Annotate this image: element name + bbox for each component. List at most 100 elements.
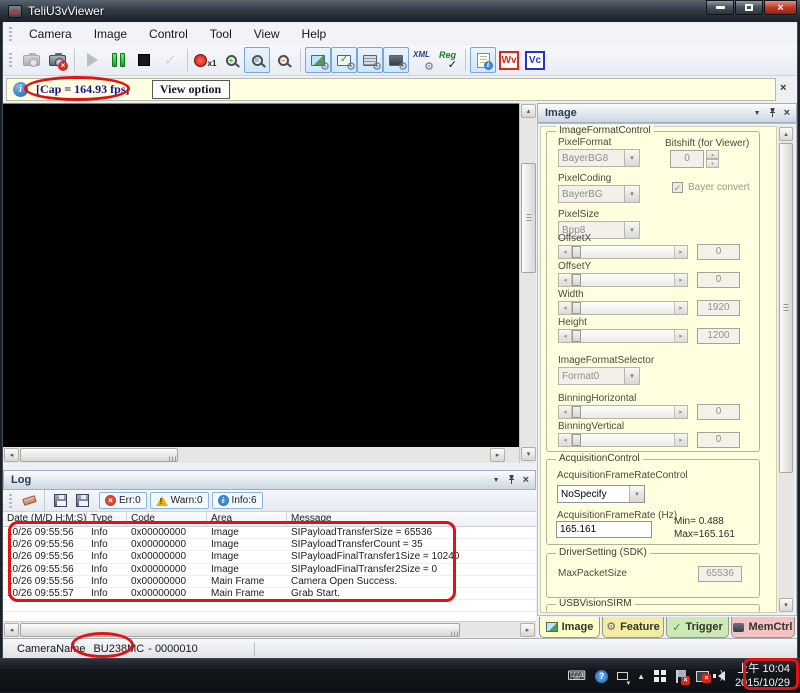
column-message[interactable]: Message <box>287 512 536 526</box>
tab-feature[interactable]: ⚙ Feature <box>602 617 664 638</box>
image-panel-header[interactable]: Image ▼ × <box>537 103 797 123</box>
close-button[interactable]: × <box>764 0 797 15</box>
menu-view[interactable]: View <box>243 25 291 43</box>
chevron-down-icon[interactable]: ▼ <box>754 110 761 117</box>
offset-x-slider[interactable]: ◂ ▸ <box>558 245 688 259</box>
viewport-vertical-scrollbar[interactable]: ▴ ▾ <box>519 103 536 463</box>
network-status-icon[interactable]: × <box>696 670 711 683</box>
scroll-left-button[interactable]: ◂ <box>4 623 19 637</box>
log-panel-header[interactable]: Log ▼ × <box>3 470 536 490</box>
volume-icon[interactable] <box>713 669 725 681</box>
log-toolbar-grip[interactable] <box>9 493 12 508</box>
save-log-as-button[interactable] <box>71 491 93 511</box>
image-settings-button[interactable]: ⚙ <box>305 47 331 73</box>
scroll-down-button[interactable]: ▾ <box>521 447 536 461</box>
viewport-horizontal-scrollbar[interactable]: ◂ ▸ <box>3 447 506 463</box>
scroll-up-button[interactable]: ▴ <box>779 127 793 141</box>
close-camera-button[interactable]: × <box>44 47 70 73</box>
acquisition-framerate-control-select[interactable]: NoSpecify ▾ <box>557 485 645 503</box>
width-slider[interactable]: ◂ ▸ <box>558 301 688 315</box>
zoom-fit-button[interactable]: = <box>244 47 270 73</box>
toolbar-grip[interactable] <box>9 53 12 67</box>
slider-left-arrow[interactable]: ◂ <box>559 274 572 286</box>
slider-right-arrow[interactable]: ▸ <box>674 274 687 286</box>
log-row[interactable]: 10/26 09:55:56 Info 0x00000000 Main Fram… <box>3 576 536 588</box>
pause-button[interactable] <box>105 47 131 73</box>
slider-thumb[interactable] <box>572 302 581 314</box>
menu-camera[interactable]: Camera <box>18 25 83 43</box>
slider-thumb[interactable] <box>572 274 581 286</box>
minimize-button[interactable] <box>706 0 734 15</box>
menu-tool[interactable]: Tool <box>199 25 243 43</box>
log-window-button[interactable] <box>470 47 496 73</box>
menu-control[interactable]: Control <box>138 25 199 43</box>
trigger-grab-button[interactable]: ✓ <box>157 47 183 73</box>
log-horizontal-scrollbar[interactable]: ◂ ▸ <box>3 621 536 637</box>
column-area[interactable]: Area <box>207 512 287 526</box>
vertical-scroll-thumb[interactable] <box>779 143 793 473</box>
video-control-button[interactable]: Vc <box>522 47 548 73</box>
slider-left-arrow[interactable]: ◂ <box>559 302 572 314</box>
horizontal-scroll-thumb[interactable] <box>20 623 460 637</box>
slider-right-arrow[interactable]: ▸ <box>674 246 687 258</box>
pin-icon[interactable] <box>768 108 777 118</box>
device-settings-button[interactable]: ⚙ <box>383 47 409 73</box>
scroll-down-button[interactable]: ▾ <box>779 598 793 612</box>
image-view-canvas[interactable] <box>3 103 519 447</box>
slider-right-arrow[interactable]: ▸ <box>674 434 687 446</box>
zoom-in-button[interactable]: + <box>218 47 244 73</box>
action-center-icon[interactable]: × <box>675 669 690 685</box>
bayer-convert-checkbox[interactable]: ✓ <box>672 182 683 193</box>
slider-right-arrow[interactable]: ▸ <box>674 302 687 314</box>
filter-warnings-button[interactable]: Warn:0 <box>149 492 209 509</box>
xml-button[interactable]: XML ⚙ <box>409 47 435 73</box>
vertical-scroll-thumb[interactable] <box>521 163 536 273</box>
image-format-selector-select[interactable]: Format0 ▾ <box>558 367 640 385</box>
safely-remove-hardware-icon[interactable] <box>617 672 630 687</box>
menu-help[interactable]: Help <box>291 25 338 43</box>
pixel-coding-select[interactable]: BayerBG ▾ <box>558 185 640 203</box>
scroll-left-button[interactable]: ◂ <box>4 448 19 462</box>
slider-left-arrow[interactable]: ◂ <box>559 246 572 258</box>
log-row[interactable]: 10/26 09:55:56 Info 0x00000000 Image SIP… <box>3 564 536 576</box>
chevron-down-icon[interactable]: ▼ <box>493 477 500 484</box>
maximize-button[interactable] <box>735 0 763 15</box>
show-hidden-icons-button[interactable]: ▲ <box>637 672 645 681</box>
scroll-up-button[interactable]: ▴ <box>521 104 536 118</box>
memory-settings-button[interactable]: ⚙ <box>357 47 383 73</box>
clear-log-button[interactable] <box>18 491 40 511</box>
record-button[interactable]: x1 <box>192 47 218 73</box>
log-row[interactable]: 10/26 09:55:56 Info 0x00000000 Image SIP… <box>3 539 536 552</box>
filter-info-button[interactable]: i Info:6 <box>211 492 263 509</box>
horizontal-scroll-thumb[interactable] <box>20 448 178 462</box>
bitshift-spinner[interactable]: ▴ ▾ <box>706 150 719 168</box>
column-date[interactable]: Date (M/D H:M:S) <box>3 512 87 526</box>
trigger-settings-button[interactable]: ⚙ <box>331 47 357 73</box>
log-row[interactable]: 10/26 09:55:56 Info 0x00000000 Image SIP… <box>3 551 536 564</box>
taskbar-clock[interactable]: 上午 10:04 2015/10/29 <box>734 662 796 690</box>
slider-left-arrow[interactable]: ◂ <box>559 330 572 342</box>
close-icon[interactable]: × <box>523 474 529 486</box>
image-panel-scrollbar[interactable]: ▴ ▾ <box>778 126 794 613</box>
slider-left-arrow[interactable]: ◂ <box>559 434 572 446</box>
tab-trigger[interactable]: ✓ Trigger <box>666 617 729 638</box>
pixel-format-select[interactable]: BayerBG8 ▾ <box>558 149 640 167</box>
slider-thumb[interactable] <box>572 434 581 446</box>
waveform-viewer-button[interactable]: Wv <box>496 47 522 73</box>
infobar-close-button[interactable]: × <box>780 82 786 94</box>
keyboard-icon[interactable]: ⌨ <box>567 669 586 683</box>
spin-up-icon[interactable]: ▴ <box>706 150 719 159</box>
offset-y-slider[interactable]: ◂ ▸ <box>558 273 688 287</box>
slider-left-arrow[interactable]: ◂ <box>559 406 572 418</box>
height-slider[interactable]: ◂ ▸ <box>558 329 688 343</box>
tab-image[interactable]: Image <box>539 617 600 638</box>
scroll-right-button[interactable]: ▸ <box>520 623 535 637</box>
scroll-right-button[interactable]: ▸ <box>490 448 505 462</box>
slider-right-arrow[interactable]: ▸ <box>674 406 687 418</box>
log-row[interactable]: 10/26 09:55:56 Info 0x00000000 Image SIP… <box>3 527 536 540</box>
windows-grid-icon[interactable] <box>654 670 666 682</box>
save-log-button[interactable] <box>49 491 71 511</box>
register-button[interactable]: Reg ✓ <box>435 47 461 73</box>
tab-memctrl[interactable]: MemCtrl <box>731 617 795 638</box>
acquisition-framerate-input[interactable]: 165.161 <box>556 521 652 538</box>
